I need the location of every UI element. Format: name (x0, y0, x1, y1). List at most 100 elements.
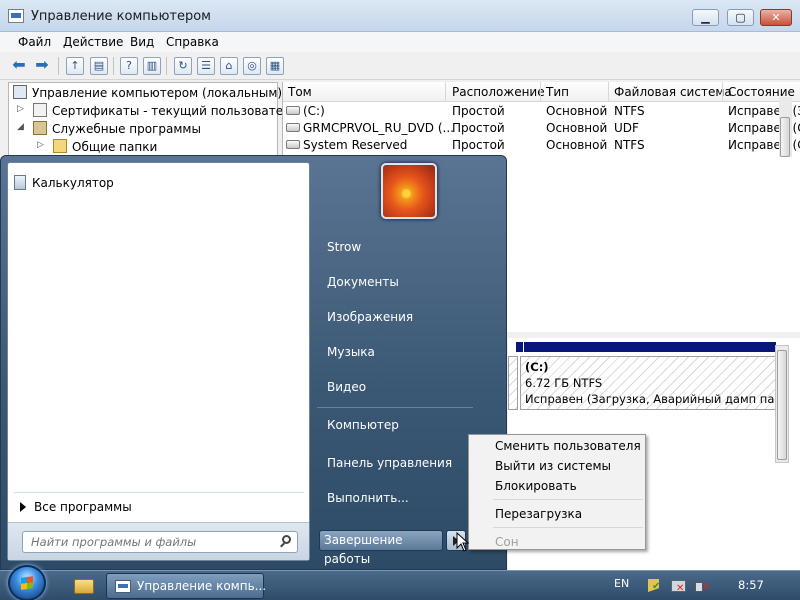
menu-item-restart[interactable]: Перезагрузка (495, 507, 582, 521)
collapse-arrow-icon[interactable]: ◢ (17, 122, 24, 132)
volume-muted-icon[interactable] (694, 578, 710, 594)
forward-arrow-icon[interactable]: ➡ (33, 57, 51, 75)
program-item-calculator[interactable]: Калькулятор (14, 175, 114, 195)
menu-action[interactable]: Действие (63, 35, 123, 49)
calculator-icon (14, 175, 26, 190)
disk-map-scrollbar[interactable] (775, 345, 789, 463)
tree-root-label: Управление компьютером (локальным) (32, 86, 283, 100)
system-reserved-partition[interactable] (508, 356, 518, 410)
toolbar-divider (58, 57, 59, 75)
menu-file[interactable]: Файл (18, 35, 51, 49)
tree-item-system-tools[interactable]: ◢ Служебные программы (17, 121, 201, 139)
menu-item-log-off[interactable]: Выйти из системы (495, 459, 611, 473)
up-folder-icon[interactable]: ↑ (66, 57, 84, 75)
column-divider[interactable] (722, 82, 723, 102)
volume-layout: Простой (452, 104, 505, 118)
title-bar[interactable]: Управление компьютером ▁ ▢ ✕ (0, 0, 800, 32)
volume-layout: Простой (452, 121, 505, 135)
refresh-icon[interactable]: ↻ (174, 57, 192, 75)
taskbar-task-computer-management[interactable]: Управление компь... (106, 573, 267, 599)
chevron-right-icon (20, 502, 26, 512)
toolbar-divider (113, 57, 114, 75)
disk-bar-segment (516, 342, 524, 352)
start-link-pictures[interactable]: Изображения (327, 310, 413, 324)
back-arrow-icon[interactable]: ⬅ (10, 57, 28, 75)
partition-c[interactable]: (C:) 6.72 ГБ NTFS Исправен (Загрузка, Ав… (520, 356, 790, 410)
column-divider[interactable] (445, 82, 446, 102)
menu-item-lock[interactable]: Блокировать (495, 479, 577, 493)
tree-item-certificates[interactable]: ▷ Сертификаты - текущий пользователь (17, 103, 298, 121)
volume-list-scrollbar[interactable] (779, 97, 792, 157)
certificates-icon (33, 103, 47, 117)
maximize-button[interactable]: ▢ (727, 9, 754, 26)
action-center-icon[interactable] (646, 578, 662, 594)
scrollbar-thumb[interactable] (780, 117, 790, 157)
start-link-videos[interactable]: Видео (327, 380, 366, 394)
expand-arrow-icon[interactable]: ▷ (37, 140, 44, 150)
network-disconnected-icon[interactable] (670, 578, 686, 594)
expand-arrow-icon[interactable]: ▷ (17, 104, 24, 114)
volume-list-header: Том Расположение Тип Файловая система Со… (283, 82, 800, 102)
volume-type: Основной (546, 138, 608, 152)
search-bar (8, 522, 309, 560)
start-link-documents[interactable]: Документы (327, 275, 399, 289)
divider (493, 527, 643, 528)
window-title: Управление компьютером (31, 9, 211, 24)
volume-layout: Простой (452, 138, 505, 152)
show-hide-tree-icon[interactable]: ▤ (90, 57, 108, 75)
tree-root[interactable]: Управление компьютером (локальным) (13, 85, 282, 103)
disk-settings-icon[interactable]: ▦ (266, 57, 284, 75)
shutdown-button[interactable]: Завершение работы (319, 530, 443, 566)
partition-name: (C:) (525, 360, 549, 374)
column-divider[interactable] (608, 82, 609, 102)
computer-management-icon (13, 85, 27, 99)
show-hide-action-pane-icon[interactable]: ▥ (143, 57, 161, 75)
all-programs-button[interactable]: Все программы (14, 500, 304, 520)
all-programs-label: Все программы (34, 500, 132, 514)
tree-item-label: Сертификаты - текущий пользователь (52, 104, 298, 118)
help-icon[interactable]: ? (120, 57, 138, 75)
table-row[interactable]: System Reserved Простой Основной NTFS Ис… (283, 137, 800, 154)
menu-item-switch-user[interactable]: Сменить пользователя (495, 439, 641, 453)
divider (14, 492, 304, 493)
start-link-run[interactable]: Выполнить... (327, 491, 409, 505)
volume-type: Основной (546, 104, 608, 118)
clock[interactable]: 8:57 (738, 578, 764, 592)
column-header-filesystem[interactable]: Файловая система (614, 85, 732, 99)
volume-type: Основной (546, 121, 608, 135)
start-link-computer[interactable]: Компьютер (327, 418, 399, 432)
search-icon[interactable] (279, 535, 293, 549)
minimize-button[interactable]: ▁ (692, 9, 719, 26)
taskbar-explorer-button[interactable] (64, 573, 104, 599)
start-menu: Калькулятор Все программы Strow Документ… (0, 155, 507, 570)
column-divider[interactable] (540, 82, 541, 102)
properties-icon[interactable]: ☰ (197, 57, 215, 75)
close-button[interactable]: ✕ (760, 9, 792, 26)
open-folder-icon[interactable]: ⌂ (220, 57, 238, 75)
start-link-control-panel[interactable]: Панель управления (327, 456, 452, 470)
volume-name: (C:) (303, 104, 325, 118)
table-row[interactable]: (C:) Простой Основной NTFS Исправен (З (283, 103, 800, 120)
menu-view[interactable]: Вид (130, 35, 154, 49)
partition-status: Исправен (Загрузка, Аварийный дамп памя (525, 392, 790, 406)
column-header-volume[interactable]: Том (288, 85, 312, 99)
start-link-user[interactable]: Strow (327, 240, 361, 254)
table-row[interactable]: GRMCPRVOL_RU_DVD (... Простой Основной U… (283, 120, 800, 137)
column-header-type[interactable]: Тип (546, 85, 569, 99)
scrollbar-thumb[interactable] (777, 350, 787, 460)
language-indicator[interactable]: EN (614, 577, 629, 590)
menu-help[interactable]: Справка (166, 35, 219, 49)
volume-name: System Reserved (303, 138, 408, 152)
user-picture[interactable] (381, 163, 437, 219)
search-input[interactable] (31, 534, 271, 550)
search-disk-icon[interactable]: ◎ (243, 57, 261, 75)
start-button[interactable] (8, 565, 46, 600)
divider (493, 499, 643, 500)
disk-bar (516, 342, 776, 352)
taskbar-task-label: Управление компь... (137, 579, 267, 593)
column-header-layout[interactable]: Расположение (452, 85, 545, 99)
search-box[interactable] (22, 531, 298, 553)
start-link-music[interactable]: Музыка (327, 345, 375, 359)
menu-item-sleep: Сон (495, 535, 519, 549)
tree-item-label: Общие папки (72, 140, 158, 154)
